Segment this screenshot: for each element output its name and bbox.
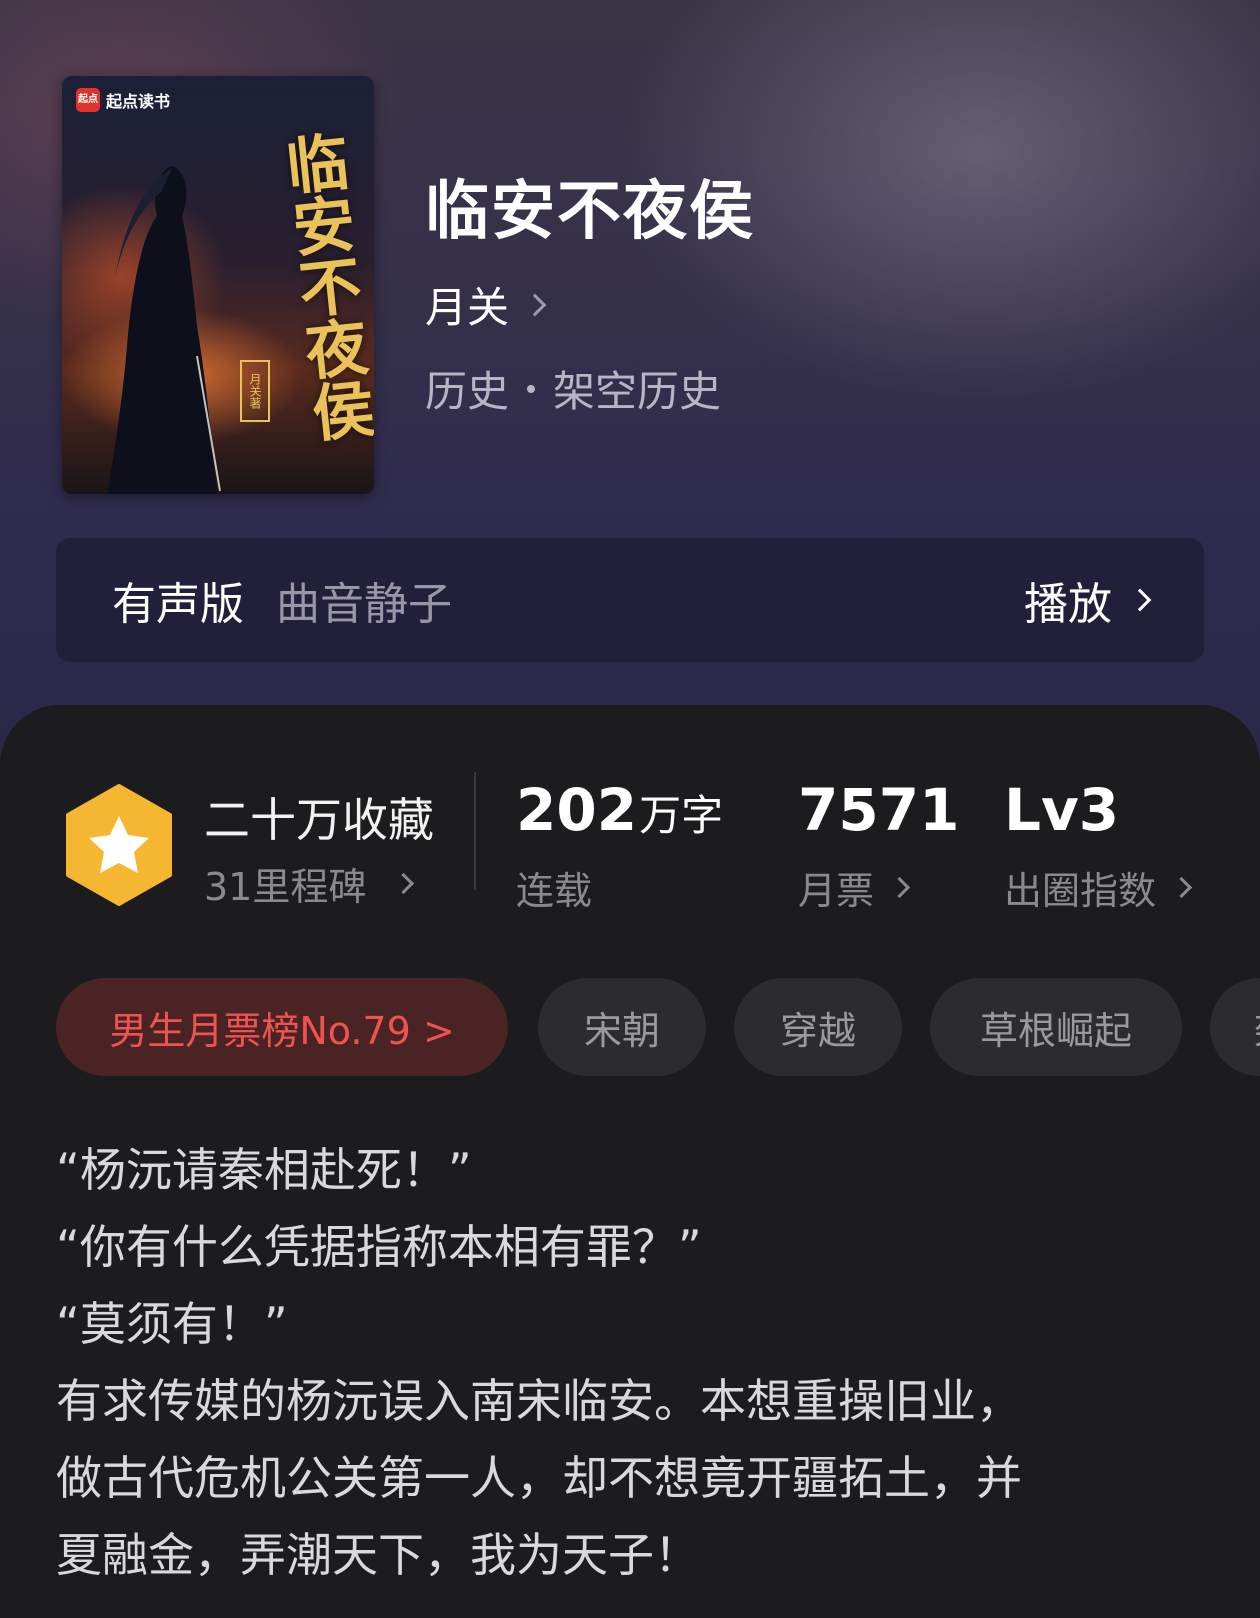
synopsis-line: “你有什么凭据指称本相有罪？” [56, 1220, 702, 1274]
play-button[interactable]: 播放 [1024, 568, 1152, 632]
genre-row: 历史 架空历史 [425, 358, 721, 419]
popularity-level: Lv3 [1004, 776, 1120, 844]
synopsis-line: “杨沅请秦相赴死！” [56, 1143, 472, 1197]
genre-label: 历史 [425, 367, 510, 416]
author-name: 月关 [425, 283, 510, 332]
monthly-votes-link[interactable]: 月票 [798, 860, 911, 915]
word-count: 202万字 [516, 776, 724, 844]
rank-tag[interactable]: 男生月票榜No.79 > [56, 978, 508, 1076]
popularity-index-link[interactable]: 出圈指数 [1004, 860, 1193, 915]
tag-list: 男生月票榜No.79 > 宋朝 穿越 草根崛起 架 [56, 978, 1260, 1076]
synopsis-line: 夏融金，弄潮天下，我为天子！ [56, 1528, 700, 1582]
publisher-logo-text: 起点读书 [106, 92, 171, 111]
monthly-votes-label: 月票 [798, 869, 875, 913]
synopsis-line: 做古代危机公关第一人，却不想竟开疆拓土，并 [56, 1451, 1022, 1505]
chevron-right-icon [1128, 588, 1152, 612]
chevron-right-icon [1170, 876, 1193, 899]
synopsis-line: 有求传媒的杨沅误入南宋临安。本想重操旧业， [56, 1374, 1022, 1428]
synopsis-line: “莫须有！” [56, 1297, 288, 1351]
tag-song-dynasty[interactable]: 宋朝 [538, 978, 706, 1076]
tag-partial[interactable]: 架 [1210, 978, 1260, 1076]
milestone-label: 31里程碑 [204, 865, 367, 909]
play-label: 播放 [1024, 579, 1112, 630]
book-detail-page: 起点 起点读书 临安不夜侯 月关著 临安不夜侯 月关 历史 架空历史 有声版 曲… [0, 0, 1260, 1618]
star-badge-icon[interactable] [62, 782, 176, 908]
author-link[interactable]: 月关 [425, 274, 547, 335]
cover-author-tag: 月关著 [240, 360, 270, 422]
chevron-right-icon [393, 872, 415, 895]
tag-time-travel[interactable]: 穿越 [734, 978, 902, 1076]
chevron-right-icon [888, 876, 911, 899]
audio-narrator: 曲音静子 [276, 579, 452, 630]
stats-divider [474, 772, 476, 890]
popularity-index-label: 出圈指数 [1004, 869, 1157, 913]
book-cover[interactable]: 起点 起点读书 临安不夜侯 月关著 [62, 76, 374, 494]
chevron-right-icon [523, 293, 547, 316]
milestone-link[interactable]: 31里程碑 [204, 856, 415, 911]
subgenre-label: 架空历史 [553, 367, 722, 416]
collection-count: 二十万收藏 [204, 793, 434, 847]
tag-grassroots-rise[interactable]: 草根崛起 [930, 978, 1182, 1076]
synopsis[interactable]: “杨沅请秦相赴死！” “你有什么凭据指称本相有罪？” “莫须有！” 有求传媒的杨… [56, 1132, 1216, 1594]
publisher-logo-mark: 起点 [76, 88, 100, 112]
audio-version-label: 有声版 [112, 579, 244, 630]
book-title: 临安不夜侯 [425, 175, 755, 249]
monthly-votes-count: 7571 [798, 776, 960, 844]
publisher-logo: 起点 起点读书 [76, 88, 170, 112]
audio-version-bar[interactable]: 有声版 曲音静子 播放 [56, 538, 1204, 662]
word-count-unit: 万字 [639, 791, 724, 840]
serial-status: 连载 [516, 869, 593, 913]
separator-dot [527, 384, 536, 393]
